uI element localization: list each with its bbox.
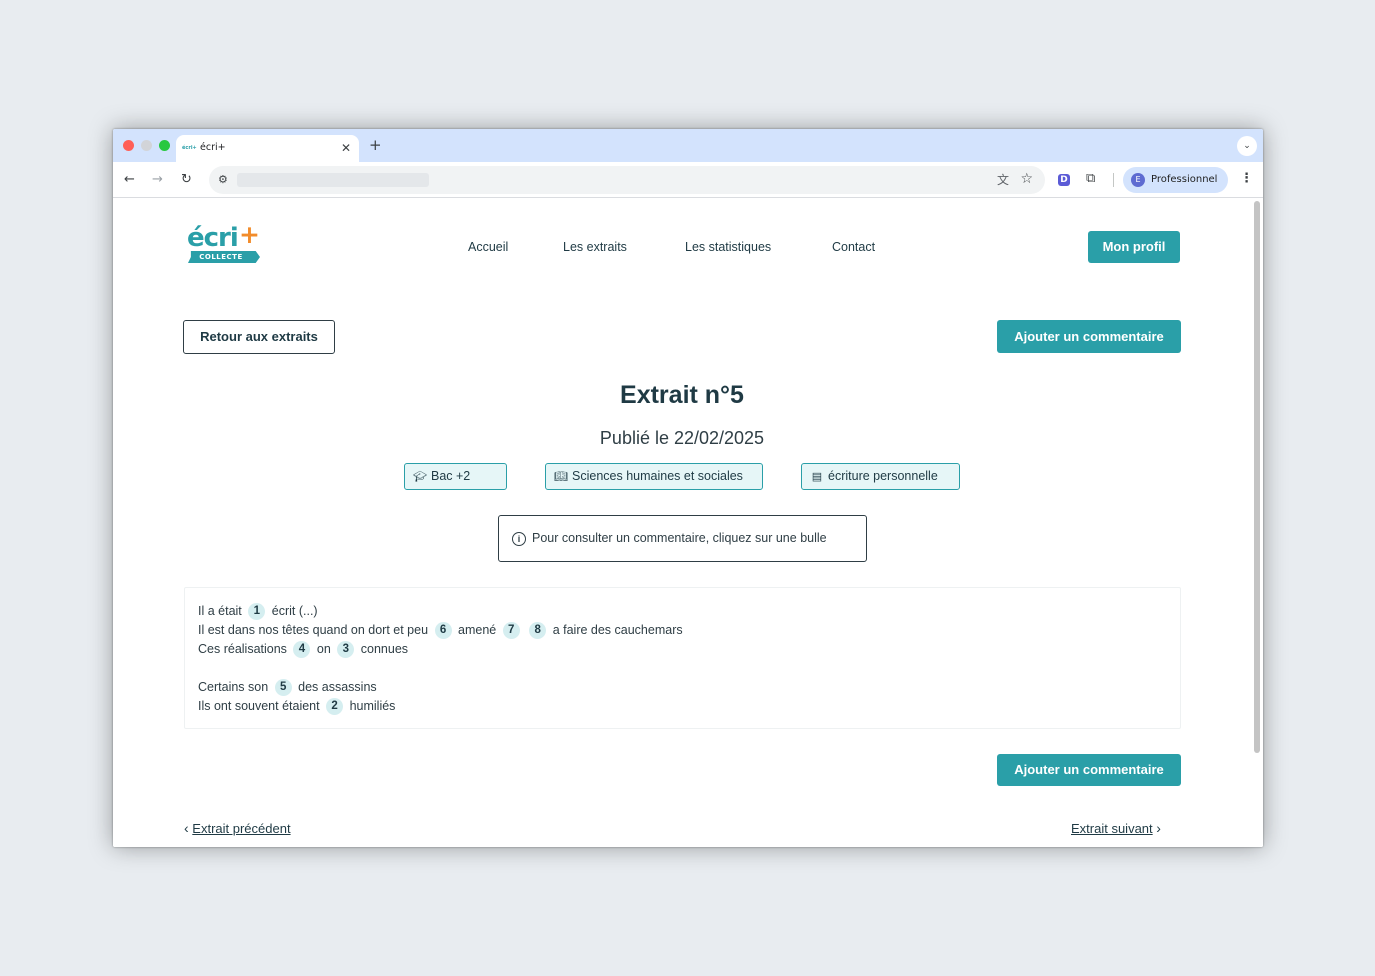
next-extract-label: Extrait suivant [1071,821,1153,836]
profile-button[interactable]: Mon profil [1088,231,1180,263]
chevron-left-icon: ‹ [184,820,189,836]
tag-type-label: écriture personnelle [828,469,938,483]
nav-link-statistiques[interactable]: Les statistiques [685,239,771,256]
add-comment-button-top[interactable]: Ajouter un commentaire [997,320,1181,353]
info-icon: i [512,531,526,546]
reload-icon[interactable]: ↻ [181,171,192,189]
page-title: Extrait n°5 [620,381,744,409]
site-logo[interactable]: écri + COLLECTE [186,221,262,267]
excerpt-text: Il a était [198,604,242,618]
tag-level-label: Bac +2 [431,469,471,483]
next-extract-link[interactable]: Extrait suivant › [1071,819,1161,838]
url-text-redacted [237,173,429,187]
tab-search-chevron-icon[interactable]: ⌄ [1237,136,1257,156]
nav-link-extraits[interactable]: Les extraits [563,239,627,256]
comment-bubble-5[interactable]: 5 [274,679,292,697]
bookmark-star-icon[interactable]: ☆ [1020,170,1033,188]
back-to-extracts-button[interactable]: Retour aux extraits [183,320,335,354]
translate-icon[interactable]: 文 [997,171,1009,189]
excerpt-text: on [316,642,331,656]
logo-plus: + [239,220,260,249]
tag-level: 🎓︎ Bac +2 [404,463,507,490]
comment-bubble-8[interactable]: 8 [529,622,547,640]
browser-tab-active[interactable]: écri+ écri+ ✕ [176,135,359,162]
publication-date: Publié le 22/02/2025 [599,428,765,448]
newspaper-icon: ▤ [811,471,823,483]
scrollbar-thumb[interactable] [1254,201,1260,753]
excerpt-text: humiliés [349,699,396,713]
profile-chip[interactable]: E Professionnel [1123,167,1228,193]
logo-wordmark: écri [187,223,239,253]
back-arrow-icon[interactable]: ← [124,171,135,189]
comment-bubble-2[interactable]: 2 [326,698,344,716]
chevron-right-icon: › [1156,820,1161,836]
tag-type: ▤ écriture personnelle [801,463,960,490]
excerpt-text: Certains son [198,680,269,694]
nav-link-accueil[interactable]: Accueil [468,239,508,256]
forward-arrow-icon[interactable]: → [152,171,163,189]
page-viewport: écri + COLLECTE Accueil Les extraits Les… [113,199,1263,847]
previous-extract-label: Extrait précédent [192,821,291,836]
toolbar-divider [1113,173,1114,187]
profile-name: Professionnel [1151,174,1218,185]
new-tab-icon[interactable]: + [369,136,382,154]
tab-bar: écri+ écri+ ✕ + ⌄ [113,129,1263,162]
excerpt-line: Il est dans nos têtes quand on dort et p… [198,621,1167,640]
excerpt-line: Ils ont souvent étaient 2 humiliés [198,697,1167,716]
book-icon: 📖︎ [554,471,568,483]
tag-domain-label: Sciences humaines et sociales [572,469,743,483]
minimize-window-button[interactable] [141,140,152,151]
excerpt-text: des assassins [298,680,377,694]
excerpt-text: Ils ont souvent étaient [198,699,320,713]
info-notice: i Pour consulter un commentaire, cliquez … [498,515,867,562]
nav-link-contact[interactable]: Contact [832,239,875,256]
browser-toolbar: ← → ↻ ⚙ 文 ☆ D ⧉ E Professionnel ⋮ [113,162,1263,198]
excerpt-text: a faire des cauchemars [552,623,683,637]
info-text: Pour consulter un commentaire, cliquez s… [532,531,827,545]
extension-d-icon[interactable]: D [1058,174,1070,186]
excerpt-text: Ces réalisations [198,642,287,656]
tag-domain: 📖︎ Sciences humaines et sociales [545,463,763,490]
excerpt-text: connues [360,642,409,656]
page-scrollbar[interactable] [1251,199,1263,847]
site-settings-icon[interactable]: ⚙ [218,171,228,189]
tab-title: écri+ [200,142,226,153]
excerpt-text: écrit (...) [271,604,318,618]
browser-window: écri+ écri+ ✕ + ⌄ ← → ↻ ⚙ 文 ☆ D ⧉ E Prof… [113,129,1263,847]
comment-bubble-3[interactable]: 3 [337,641,355,659]
excerpt-text: amené [458,623,497,637]
favicon-icon: écri+ [182,145,197,151]
browser-menu-icon[interactable]: ⋮ [1240,170,1253,188]
add-comment-button-bottom[interactable]: Ajouter un commentaire [997,754,1181,786]
comment-bubble-4[interactable]: 4 [293,641,311,659]
avatar: E [1131,173,1145,187]
extensions-puzzle-icon[interactable]: ⧉ [1086,170,1095,188]
excerpt-text-block: Il a était 1 écrit (...) Il est dans nos… [184,587,1181,729]
maximize-window-button[interactable] [159,140,170,151]
logo-subtitle: COLLECTE [199,253,243,261]
comment-bubble-6[interactable]: 6 [434,622,452,640]
excerpt-text: Il est dans nos têtes quand on dort et p… [198,623,429,637]
excerpt-line: Certains son 5 des assassins [198,678,1167,697]
previous-extract-link[interactable]: ‹ Extrait précédent [184,819,291,838]
graduation-cap-icon: 🎓︎ [413,471,427,483]
close-window-button[interactable] [123,140,134,151]
comment-bubble-1[interactable]: 1 [248,603,266,621]
close-tab-icon[interactable]: ✕ [341,140,351,156]
excerpt-line: Il a était 1 écrit (...) [198,602,1167,621]
address-bar[interactable]: ⚙ 文 ☆ [209,166,1045,194]
comment-bubble-7[interactable]: 7 [502,622,520,640]
excerpt-line: Ces réalisations 4 on 3 connues [198,640,1167,659]
excerpt-blank-line [198,659,1167,678]
